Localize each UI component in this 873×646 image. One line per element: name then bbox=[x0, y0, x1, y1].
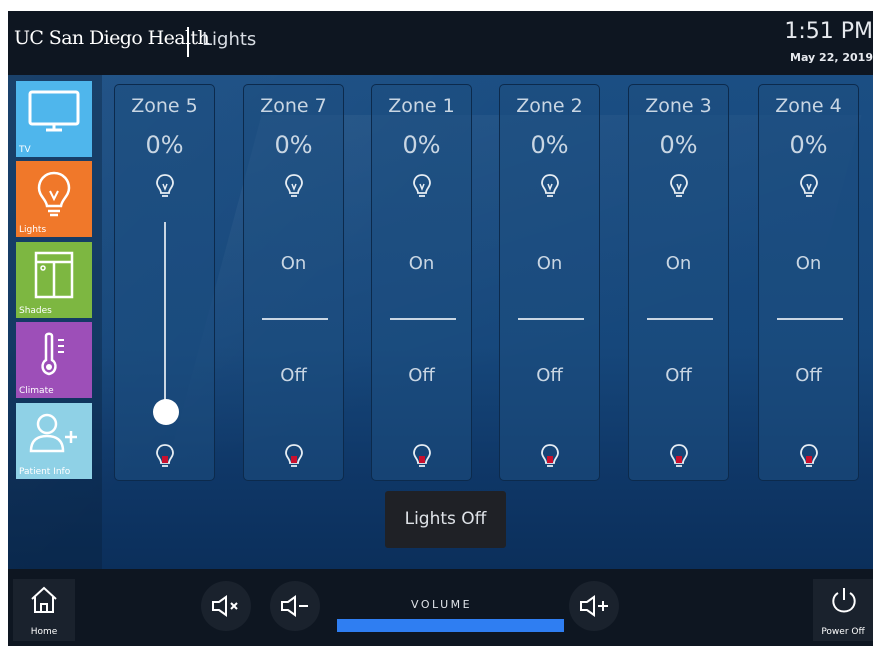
zone-level: 0% bbox=[659, 131, 698, 159]
sidebar-item-tv[interactable]: TV bbox=[16, 81, 92, 157]
dimmer-slider-handle[interactable] bbox=[153, 399, 179, 425]
sidebar-item-shades[interactable]: Shades bbox=[16, 242, 92, 318]
clock-date: May 22, 2019 bbox=[790, 51, 873, 64]
home-label: Home bbox=[30, 627, 58, 637]
bulb-on-icon bbox=[155, 174, 174, 197]
zone-off-button[interactable]: Off bbox=[372, 365, 471, 386]
zone-level: 0% bbox=[530, 131, 569, 159]
dimmer-slider-track[interactable] bbox=[164, 222, 166, 422]
zone-title: Zone 2 bbox=[516, 95, 583, 117]
bulb-off-icon bbox=[669, 444, 688, 467]
sidebar-item-label: Lights bbox=[19, 225, 47, 235]
zone-off-button[interactable]: Off bbox=[759, 365, 858, 386]
bulb-off-icon bbox=[284, 444, 303, 467]
clock-time: 1:51 PM bbox=[784, 19, 873, 44]
zone-divider bbox=[777, 318, 843, 320]
zone-off-button[interactable]: Off bbox=[244, 365, 343, 386]
zone-off-button[interactable]: Off bbox=[500, 365, 599, 386]
power-icon bbox=[832, 588, 856, 613]
sidebar-item-label: Climate bbox=[19, 386, 54, 396]
zone-level: 0% bbox=[789, 131, 828, 159]
zone-on-button[interactable]: On bbox=[759, 253, 858, 274]
volume-bar-fill bbox=[337, 619, 564, 632]
zone-on-button[interactable]: On bbox=[372, 253, 471, 274]
zone-off-button[interactable]: Off bbox=[629, 365, 728, 386]
speaker-mute-icon bbox=[212, 595, 238, 617]
zone-title: Zone 4 bbox=[775, 95, 842, 117]
volume-bar[interactable] bbox=[337, 619, 564, 632]
zone-title: Zone 3 bbox=[645, 95, 712, 117]
footer-bar: Home VOLUME Power Off bbox=[8, 569, 873, 646]
zone-card-zone-5: Zone 5 0% bbox=[114, 84, 215, 481]
volume-label: VOLUME bbox=[411, 598, 473, 611]
header-divider bbox=[187, 27, 189, 57]
lightbulb-icon bbox=[37, 171, 71, 217]
zone-card-zone-2: Zone 2 0% On Off bbox=[499, 84, 600, 481]
bulb-on-icon bbox=[284, 174, 303, 197]
bulb-off-icon bbox=[412, 444, 431, 467]
bulb-off-icon bbox=[540, 444, 559, 467]
add-user-icon bbox=[29, 413, 77, 453]
bulb-off-icon bbox=[799, 444, 818, 467]
lights-off-button[interactable]: Lights Off bbox=[385, 491, 506, 548]
header-bar: UC San Diego Health Lights 1:51 PM May 2… bbox=[8, 11, 873, 75]
zone-title: Zone 5 bbox=[131, 95, 198, 117]
sidebar-item-label: Shades bbox=[19, 306, 52, 316]
power-off-label: Power Off bbox=[821, 627, 865, 637]
sidebar-item-label: Patient Info bbox=[19, 467, 71, 477]
zone-card-zone-7: Zone 7 0% On Off bbox=[243, 84, 344, 481]
sidebar-item-label: TV bbox=[19, 145, 31, 155]
sidebar-item-lights[interactable]: Lights bbox=[16, 161, 92, 237]
main-area: TV Lights Shades Climate Patient Info Zo… bbox=[8, 75, 873, 569]
zone-on-button[interactable]: On bbox=[244, 253, 343, 274]
shades-icon bbox=[34, 251, 74, 299]
zone-on-button[interactable]: On bbox=[629, 253, 728, 274]
tv-icon bbox=[28, 90, 80, 132]
zone-level: 0% bbox=[274, 131, 313, 159]
mute-button[interactable] bbox=[201, 581, 251, 631]
thermometer-icon bbox=[41, 332, 64, 376]
zone-divider bbox=[262, 318, 328, 320]
sidebar-item-climate[interactable]: Climate bbox=[16, 322, 92, 398]
zone-divider bbox=[518, 318, 584, 320]
zone-level: 0% bbox=[402, 131, 441, 159]
zone-card-zone-4: Zone 4 0% On Off bbox=[758, 84, 859, 481]
zone-on-button[interactable]: On bbox=[500, 253, 599, 274]
speaker-minus-icon bbox=[281, 595, 308, 617]
bulb-off-icon bbox=[155, 444, 174, 467]
volume-up-button[interactable] bbox=[569, 581, 619, 631]
brand-logo: UC San Diego Health bbox=[14, 27, 210, 49]
zone-level: 0% bbox=[145, 131, 184, 159]
sidebar-item-patient-info[interactable]: Patient Info bbox=[16, 403, 92, 479]
zone-divider bbox=[647, 318, 713, 320]
bulb-on-icon bbox=[669, 174, 688, 197]
zone-card-zone-1: Zone 1 0% On Off bbox=[371, 84, 472, 481]
zone-divider bbox=[390, 318, 456, 320]
home-icon bbox=[31, 586, 57, 613]
page-title: Lights bbox=[202, 29, 257, 50]
zone-title: Zone 1 bbox=[388, 95, 455, 117]
zone-title: Zone 7 bbox=[260, 95, 327, 117]
volume-down-button[interactable] bbox=[270, 581, 320, 631]
bulb-on-icon bbox=[799, 174, 818, 197]
home-button[interactable]: Home bbox=[13, 579, 75, 641]
bulb-on-icon bbox=[412, 174, 431, 197]
speaker-plus-icon bbox=[580, 595, 608, 617]
zone-card-zone-3: Zone 3 0% On Off bbox=[628, 84, 729, 481]
touch-panel-screen: UC San Diego Health Lights 1:51 PM May 2… bbox=[8, 11, 873, 646]
bulb-on-icon bbox=[540, 174, 559, 197]
power-off-button[interactable]: Power Off bbox=[813, 579, 873, 641]
